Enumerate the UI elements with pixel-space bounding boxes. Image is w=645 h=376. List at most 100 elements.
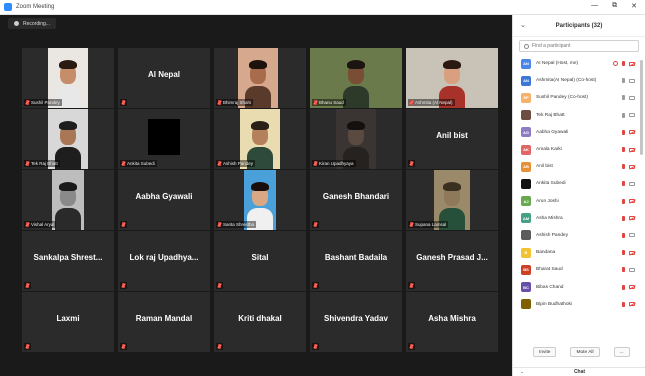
video-tile[interactable]: Bashant Badaila <box>310 231 402 291</box>
video-tile[interactable]: Asha Mishra <box>406 292 498 352</box>
video-off-icon[interactable] <box>629 130 635 135</box>
video-off-icon[interactable] <box>629 199 635 204</box>
more-options-button[interactable]: ... <box>613 347 630 357</box>
participant-row[interactable]: B Bandana <box>513 244 645 261</box>
maximize-button[interactable]: ⧉ <box>612 2 617 10</box>
video-tile[interactable]: Ashmita (Al Nepal) <box>406 48 498 108</box>
video-tile[interactable]: Ganesh Prasad J... <box>406 231 498 291</box>
video-tile[interactable]: Sital <box>214 231 306 291</box>
collapse-chevron-icon[interactable]: ⌄ <box>520 21 526 29</box>
mic-muted-icon[interactable] <box>622 232 625 238</box>
participant-row[interactable]: Tek Raj Bhatt <box>513 107 645 124</box>
video-camera-icon[interactable] <box>629 78 635 83</box>
participant-row[interactable]: AJ Arun Joshi <box>513 193 645 210</box>
video-tile[interactable]: Aabha Gyawali <box>118 170 210 230</box>
participant-row[interactable]: BC Bibas Chand <box>513 278 645 295</box>
video-tile[interactable]: Sarita Shrestha <box>214 170 306 230</box>
video-off-icon[interactable] <box>629 302 635 307</box>
tile-label: Bhimraj Shahi <box>216 99 254 106</box>
participant-row[interactable]: AG Aabha Gyawali <box>513 124 645 141</box>
search-icon <box>524 43 529 49</box>
mic-muted-icon[interactable] <box>622 164 625 170</box>
mic-muted-icon[interactable] <box>622 267 625 273</box>
participant-name: AI Nepal (Host, me) <box>536 61 579 67</box>
video-tile[interactable]: Vishal Aryal <box>22 170 114 230</box>
participant-row[interactable]: AN AI Nepal (Host, me) <box>513 55 645 72</box>
video-tile[interactable]: Lok raj Upadhya... <box>118 231 210 291</box>
mic-muted-icon[interactable] <box>622 215 625 221</box>
avatar: AG <box>521 127 531 138</box>
mic-muted-icon[interactable] <box>622 284 625 290</box>
video-tile[interactable]: Laxmi <box>22 292 114 352</box>
mic-muted-icon[interactable] <box>622 301 625 307</box>
mic-icon[interactable] <box>622 112 625 118</box>
video-off-icon[interactable] <box>629 285 635 290</box>
video-tile[interactable]: Anil bist <box>406 109 498 169</box>
video-off-icon[interactable] <box>629 164 635 169</box>
video-tile[interactable]: Kiran Upadhyaya <box>310 109 402 169</box>
recording-indicator[interactable]: Recording... <box>8 18 56 29</box>
video-tile[interactable]: Raman Mandal <box>118 292 210 352</box>
participant-row[interactable]: AB Anil bist <box>513 158 645 175</box>
video-camera-icon[interactable] <box>629 113 635 118</box>
video-off-icon[interactable] <box>629 147 635 152</box>
video-tile[interactable]: Ashish Pandey <box>214 109 306 169</box>
video-off-icon[interactable] <box>629 61 635 66</box>
mic-muted-icon[interactable] <box>622 181 625 187</box>
mic-muted-icon <box>218 222 221 227</box>
video-tile[interactable]: Al Nepal <box>118 48 210 108</box>
invite-button[interactable]: Invite <box>533 347 557 357</box>
tile-name-label: Ashish Pandey <box>223 161 254 166</box>
participant-search-input[interactable] <box>532 43 632 49</box>
gallery-grid: Sushil Pandey Al Nepal Bhimraj Shahi Bhanu … <box>22 48 501 371</box>
participant-row[interactable]: AK Amala Karki <box>513 141 645 158</box>
mic-muted-icon <box>314 283 317 288</box>
tile-label: Ashish Pandey <box>216 160 256 167</box>
video-camera-icon[interactable] <box>629 95 635 100</box>
mic-muted-icon[interactable] <box>622 250 625 256</box>
participant-name: Bharat Saud <box>536 267 563 273</box>
video-off-icon[interactable] <box>629 250 635 255</box>
mic-muted-icon <box>122 100 125 105</box>
mic-muted-icon[interactable] <box>622 61 625 67</box>
participant-list-scrollbar[interactable] <box>640 60 643 155</box>
minimize-button[interactable]: — <box>591 2 598 10</box>
video-tile[interactable]: Bhanu Saud <box>310 48 402 108</box>
tile-label: Ankita Subedi <box>120 160 157 167</box>
video-tile[interactable]: Tek Raj Bhatt <box>22 109 114 169</box>
video-off-icon[interactable] <box>629 216 635 221</box>
participant-row[interactable]: Bipin Budhathoki <box>513 296 645 313</box>
video-tile[interactable]: Kriti dhakal <box>214 292 306 352</box>
video-camera-icon[interactable] <box>629 233 635 238</box>
video-tile[interactable]: Shivendra Yadav <box>310 292 402 352</box>
zoom-window: Zoom Meeting — ⧉ ✕ Recording... Sushil P… <box>0 0 645 376</box>
participant-display-name: Asha Mishra <box>428 314 476 323</box>
mic-icon[interactable] <box>622 95 625 101</box>
video-tile[interactable]: Bhimraj Shahi <box>214 48 306 108</box>
participant-row[interactable]: Ashish Pandey <box>513 227 645 244</box>
video-camera-icon[interactable] <box>629 181 635 186</box>
mic-muted-icon[interactable] <box>622 129 625 135</box>
mic-muted-icon <box>410 222 413 227</box>
participant-search[interactable] <box>519 40 639 52</box>
tile-label: Kiran Upadhyaya <box>312 160 356 167</box>
mic-muted-icon[interactable] <box>622 198 625 204</box>
video-tile[interactable]: Ankita Subedi <box>118 109 210 169</box>
record-dot-icon <box>14 21 19 26</box>
participant-row[interactable]: AM Asha Mishra <box>513 210 645 227</box>
video-tile[interactable]: Sushil Pandey <box>22 48 114 108</box>
participant-row[interactable]: BS Bharat Saud <box>513 261 645 278</box>
mute-all-button[interactable]: Mute All <box>570 347 600 357</box>
video-camera-icon[interactable] <box>629 267 635 272</box>
expand-chevron-icon[interactable]: ⌄ <box>520 369 524 375</box>
participant-row[interactable]: AN Ashmita(AI Nepal) (Co-host) <box>513 72 645 89</box>
close-button[interactable]: ✕ <box>631 2 637 10</box>
video-tile[interactable]: Ganesh Bhandari <box>310 170 402 230</box>
participant-row[interactable]: Ankita Subedi <box>513 175 645 192</box>
chat-panel-header[interactable]: ⌄ Chat <box>513 367 645 376</box>
video-tile[interactable]: Sankalpa Shrest... <box>22 231 114 291</box>
participant-row[interactable]: SP Sushil Pandey (Co-host) <box>513 89 645 106</box>
mic-muted-icon[interactable] <box>622 147 625 153</box>
mic-icon[interactable] <box>622 78 625 84</box>
video-tile[interactable]: Supana Lamsal <box>406 170 498 230</box>
